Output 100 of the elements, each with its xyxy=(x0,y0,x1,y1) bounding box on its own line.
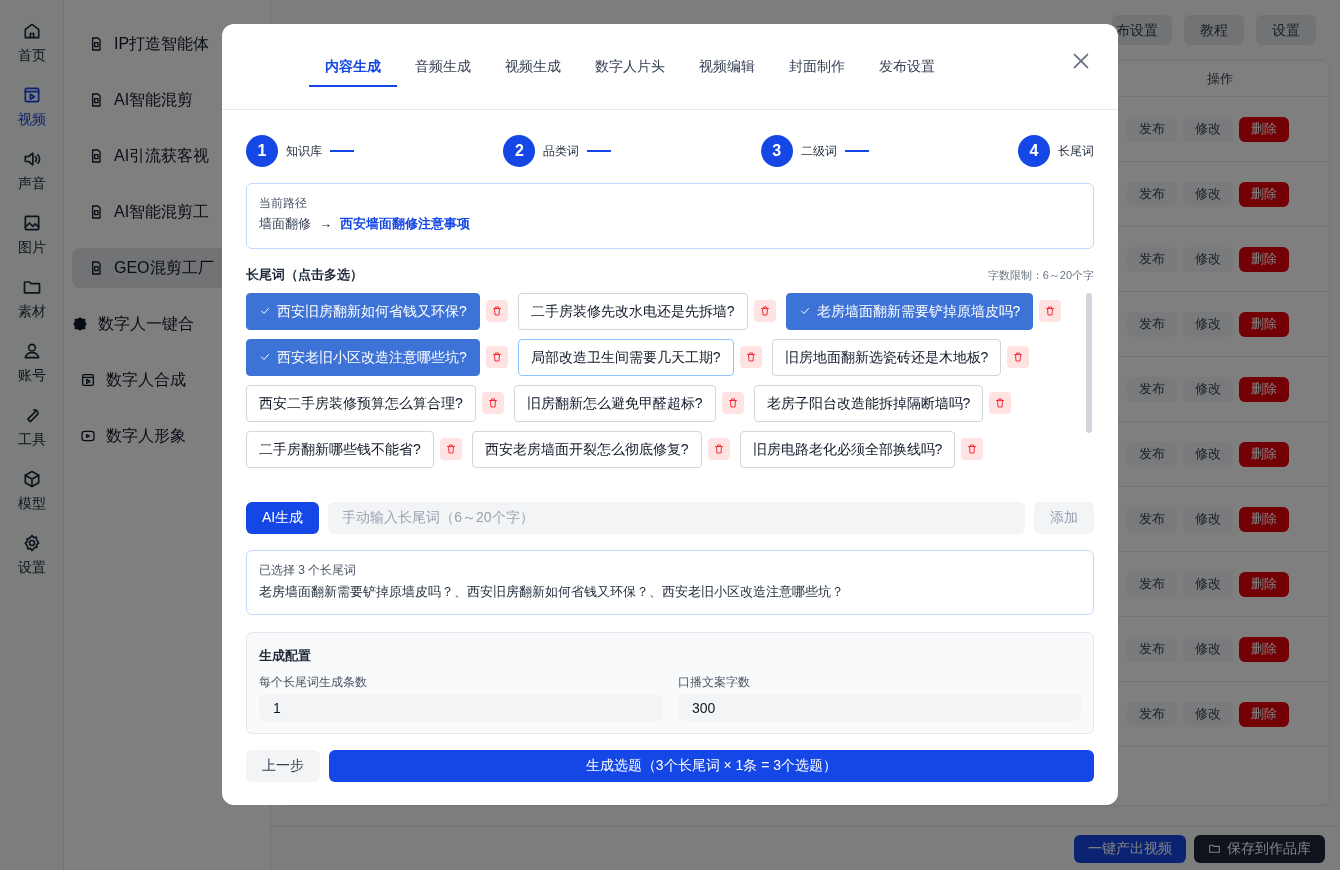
delete-button[interactable] xyxy=(753,300,776,322)
nav-item[interactable]: 声音 xyxy=(3,146,60,196)
config-title: 生成配置 xyxy=(259,646,312,665)
ai-generate-button[interactable]: AI生成 xyxy=(246,501,320,534)
step-label: 二级词 xyxy=(800,143,837,160)
delete-button[interactable]: 删除 xyxy=(1239,181,1289,207)
action-button[interactable]: 修改 xyxy=(1183,506,1233,532)
check-icon xyxy=(259,351,271,363)
nav-item[interactable]: 模型 xyxy=(3,466,60,516)
action-button[interactable]: 修改 xyxy=(1183,246,1233,272)
limit-note: 字数限制：6～20个字 xyxy=(987,267,1094,283)
tab[interactable]: 数字人片头 xyxy=(579,52,681,87)
number-field[interactable]: 300 xyxy=(678,694,1081,721)
trash-icon xyxy=(712,443,725,455)
action-button[interactable]: 修改 xyxy=(1183,701,1233,727)
delete-button[interactable] xyxy=(1007,346,1030,368)
delete-button[interactable]: 删除 xyxy=(1239,506,1289,532)
keyword-chip[interactable]: 旧房地面翻新选瓷砖还是木地板? xyxy=(771,338,1002,376)
delete-button[interactable]: 删除 xyxy=(1239,636,1289,662)
keyword-chip[interactable]: 二手房翻新哪些钱不能省? xyxy=(246,430,434,468)
sidebar-item[interactable]: IP打造智能体 xyxy=(72,24,262,64)
delete-button[interactable]: 删除 xyxy=(1239,116,1289,142)
nav-item[interactable]: 视频 xyxy=(3,82,60,132)
action-button[interactable]: 发布 xyxy=(1127,116,1177,142)
keyword-chip[interactable]: 西安老旧小区改造注意哪些坑? xyxy=(246,338,480,376)
action-button[interactable]: 修改 xyxy=(1183,636,1233,662)
header-button[interactable]: 设置 xyxy=(1256,15,1316,45)
action-button[interactable]: 修改 xyxy=(1183,376,1233,402)
footer-button[interactable]: 保存到作品库 xyxy=(1194,834,1325,863)
nav-item[interactable]: 图片 xyxy=(3,210,60,260)
action-button[interactable]: 修改 xyxy=(1183,571,1233,597)
trash-icon xyxy=(966,443,979,455)
number-field[interactable]: 1 xyxy=(259,694,662,721)
footer-button[interactable]: 一键产出视频 xyxy=(1074,834,1186,863)
header-button[interactable]: 教程 xyxy=(1184,15,1244,45)
screen-icon xyxy=(80,428,96,444)
delete-button[interactable] xyxy=(439,438,462,460)
trash-icon xyxy=(744,351,757,363)
selection-count: 已选择 3 个长尾词 xyxy=(259,561,358,579)
delete-button[interactable] xyxy=(989,392,1012,414)
delete-button[interactable]: 删除 xyxy=(1239,571,1289,597)
tab[interactable]: 发布设置 xyxy=(863,52,951,87)
keyword-chip[interactable]: 旧房翻新怎么避免甲醛超标? xyxy=(513,384,716,422)
nav-item[interactable]: 账号 xyxy=(3,338,60,388)
action-button[interactable]: 发布 xyxy=(1127,376,1177,402)
scrollbar[interactable] xyxy=(1086,292,1092,433)
keyword-chip[interactable]: 老房墙面翻新需要铲掉原墙皮吗? xyxy=(785,292,1034,330)
nav-item[interactable]: 首页 xyxy=(3,18,60,68)
keyword-chip[interactable]: 局部改造卫生间需要几天工期? xyxy=(517,338,734,376)
sidebar-item[interactable]: AI智能混剪 xyxy=(72,80,262,120)
delete-button[interactable] xyxy=(721,392,744,414)
tab[interactable]: 内容生成 xyxy=(309,52,397,87)
delete-button[interactable]: 删除 xyxy=(1239,701,1289,727)
generate-button[interactable]: 生成选题（3个长尾词 × 1条 = 3个选题） xyxy=(329,749,1094,782)
video-icon xyxy=(80,372,96,388)
keyword-input[interactable]: 手动输入长尾词（6～20个字） xyxy=(328,501,1025,534)
action-button[interactable]: 发布 xyxy=(1127,701,1177,727)
action-button[interactable]: 发布 xyxy=(1127,571,1177,597)
nav-item[interactable]: 工具 xyxy=(3,402,60,452)
delete-button[interactable]: 删除 xyxy=(1239,441,1289,467)
delete-button[interactable] xyxy=(739,346,762,368)
action-button[interactable]: 发布 xyxy=(1127,506,1177,532)
delete-button[interactable] xyxy=(961,438,984,460)
tab[interactable]: 音频生成 xyxy=(399,52,487,87)
trash-icon xyxy=(444,443,457,455)
delete-button[interactable] xyxy=(485,300,508,322)
step-number: 3 xyxy=(760,135,793,167)
trash-icon xyxy=(1012,351,1025,363)
action-button[interactable]: 修改 xyxy=(1183,441,1233,467)
action-button[interactable]: 发布 xyxy=(1127,181,1177,207)
action-button[interactable]: 修改 xyxy=(1183,311,1233,337)
delete-button[interactable] xyxy=(1039,300,1062,322)
header-button[interactable]: 布设置 xyxy=(1112,15,1172,45)
tab[interactable]: 视频编辑 xyxy=(683,52,771,87)
keyword-chip[interactable]: 西安二手房装修预算怎么算合理? xyxy=(246,384,476,422)
action-button[interactable]: 修改 xyxy=(1183,116,1233,142)
delete-button[interactable] xyxy=(485,346,508,368)
action-button[interactable]: 发布 xyxy=(1127,311,1177,337)
action-button[interactable]: 发布 xyxy=(1127,636,1177,662)
trash-icon xyxy=(758,305,771,317)
trash-icon xyxy=(994,397,1007,409)
badge-icon xyxy=(72,316,88,332)
tab[interactable]: 视频生成 xyxy=(489,52,577,87)
delete-button[interactable]: 删除 xyxy=(1239,246,1289,272)
delete-button[interactable] xyxy=(481,392,504,414)
action-button[interactable]: 发布 xyxy=(1127,441,1177,467)
keyword-chip[interactable]: 西安老房墙面开裂怎么彻底修复? xyxy=(471,430,702,468)
tab[interactable]: 封面制作 xyxy=(773,52,861,87)
keyword-chip[interactable]: 西安旧房翻新如何省钱又环保? xyxy=(246,292,480,330)
action-button[interactable]: 发布 xyxy=(1127,246,1177,272)
delete-button[interactable]: 删除 xyxy=(1239,376,1289,402)
delete-button[interactable]: 删除 xyxy=(1239,311,1289,337)
delete-button[interactable] xyxy=(707,438,730,460)
keyword-chip[interactable]: 二手房装修先改水电还是先拆墙? xyxy=(517,292,748,330)
keyword-chip[interactable]: 老房子阳台改造能拆掉隔断墙吗? xyxy=(753,384,984,422)
nav-item[interactable]: 素材 xyxy=(3,274,60,324)
nav-item[interactable]: 设置 xyxy=(3,530,60,580)
action-button[interactable]: 修改 xyxy=(1183,181,1233,207)
keyword-chip[interactable]: 旧房电路老化必须全部换线吗? xyxy=(739,430,956,468)
back-button[interactable]: 上一步 xyxy=(246,749,320,782)
